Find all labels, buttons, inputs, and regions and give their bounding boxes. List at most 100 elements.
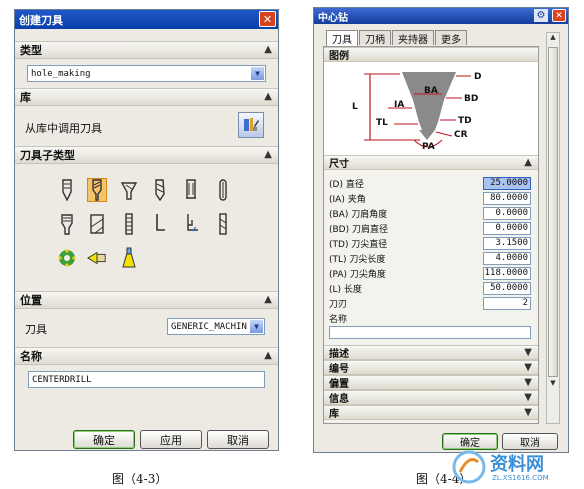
close-icon[interactable]: ✕ bbox=[259, 11, 276, 27]
length-input[interactable]: 50.0000 bbox=[483, 281, 531, 295]
thread-mill-tool-icon[interactable] bbox=[119, 212, 139, 236]
included-angle-input[interactable]: 80.0000 bbox=[483, 191, 531, 205]
name-input[interactable] bbox=[329, 326, 531, 339]
end-mill-tool-icon[interactable] bbox=[213, 212, 233, 236]
tab-holder[interactable]: 刀柄 bbox=[359, 30, 391, 46]
settings-gear-icon[interactable]: ⚙ bbox=[534, 9, 548, 22]
collapse-chevron-icon[interactable]: ▲ bbox=[524, 157, 532, 168]
center-drill-tool-icon[interactable] bbox=[87, 178, 107, 202]
counterbore-tool-icon[interactable] bbox=[150, 212, 170, 236]
expand-chevron-icon[interactable]: ▼ bbox=[524, 362, 532, 373]
offsets-section-header[interactable]: 偏置 ▼ bbox=[324, 375, 538, 390]
library-retrieve-button[interactable] bbox=[238, 112, 264, 138]
information-header-label: 信息 bbox=[329, 394, 349, 405]
field-label: (IA) 夹角 bbox=[329, 194, 366, 205]
dialog-title-bar: 创建刀具 ✕ bbox=[15, 10, 278, 29]
tab-strip: 刀具 刀柄 夹持器 更多 bbox=[326, 30, 468, 46]
tool-location-value: GENERIC_MACHIN bbox=[171, 321, 247, 332]
library-section-header[interactable]: 库 ▼ bbox=[324, 405, 538, 420]
tool-location-select[interactable]: GENERIC_MACHIN ▼ bbox=[167, 318, 265, 335]
diameter-input[interactable]: 25.0000 bbox=[483, 176, 531, 190]
retrieve-from-library-label: 从库中调用刀具 bbox=[25, 122, 102, 135]
expand-chevron-icon[interactable]: ▼ bbox=[524, 407, 532, 418]
tool-holder-tool-icon[interactable] bbox=[119, 246, 139, 270]
tool-subtype-header-label: 刀具子类型 bbox=[20, 149, 75, 162]
boring-bar-tool-icon[interactable] bbox=[213, 178, 233, 202]
numbers-section-header[interactable]: 编号 ▼ bbox=[324, 360, 538, 375]
step-drill-tool-icon[interactable] bbox=[87, 212, 107, 236]
ok-button[interactable]: 确定 bbox=[73, 430, 135, 449]
tool-name-value: CENTERDRILL bbox=[32, 374, 92, 385]
information-section-header[interactable]: 信息 ▼ bbox=[324, 390, 538, 405]
spot-drill-tool-icon[interactable] bbox=[57, 178, 77, 202]
illustration-header-label: 图例 bbox=[329, 51, 349, 62]
tap-tool-icon[interactable] bbox=[57, 212, 77, 236]
flutes-input[interactable]: 2 bbox=[483, 296, 531, 310]
name-field-label: 名称 bbox=[329, 315, 348, 325]
watermark-brand: 资料网 bbox=[490, 454, 544, 475]
field-row-diameter: (D) 直径 25.0000 bbox=[329, 176, 531, 190]
dimensions-section-header[interactable]: 尺寸 ▲ bbox=[324, 155, 538, 170]
field-label: (BA) 刀肩角度 bbox=[329, 209, 388, 220]
point-angle-input[interactable]: 118.0000 bbox=[483, 266, 531, 280]
scroll-down-icon[interactable]: ▼ bbox=[547, 379, 559, 391]
dropdown-arrow-icon[interactable]: ▼ bbox=[249, 319, 264, 334]
field-label: (BD) 刀肩直径 bbox=[329, 224, 388, 235]
collapse-chevron-icon[interactable]: ▲ bbox=[264, 350, 272, 361]
scrollbar-thumb[interactable] bbox=[548, 47, 558, 377]
center-drill-dialog: 中心钻 ⚙ ✕ 刀具 刀柄 夹持器 更多 图例 BA D L BD IA TL … bbox=[313, 7, 569, 453]
probe-tool-icon[interactable] bbox=[87, 246, 107, 270]
back-spot-facer-tool-icon[interactable] bbox=[181, 212, 201, 236]
field-label: 刀刃 bbox=[329, 299, 348, 310]
library-header-label: 库 bbox=[329, 409, 339, 420]
apply-button[interactable]: 应用 bbox=[140, 430, 202, 449]
field-row-included-angle: (IA) 夹角 80.0000 bbox=[329, 191, 531, 205]
tab-tool[interactable]: 刀具 bbox=[326, 30, 358, 46]
cancel-button[interactable]: 取消 bbox=[207, 430, 269, 449]
tool-subtype-section-header[interactable]: 刀具子类型 ▲ bbox=[15, 146, 278, 164]
tool-type-value: hole_making bbox=[31, 68, 91, 79]
library-section-header[interactable]: 库 ▲ bbox=[15, 88, 278, 106]
tool-diagram: BA D L BD IA TL TD CR PA bbox=[324, 62, 538, 155]
watermark: 资料网 ZL.XS1616.COM bbox=[452, 448, 582, 488]
tool-type-select[interactable]: hole_making ▼ bbox=[27, 65, 266, 82]
tip-diameter-input[interactable]: 3.1500 bbox=[483, 236, 531, 250]
drill-tool-icon[interactable] bbox=[150, 178, 170, 202]
mill-cutter-tool-icon[interactable] bbox=[57, 246, 77, 270]
collapse-chevron-icon[interactable]: ▲ bbox=[264, 149, 272, 160]
diagram-label-cr: CR bbox=[454, 130, 468, 140]
countersink-tool-icon[interactable] bbox=[119, 178, 139, 202]
reamer-tool-icon[interactable] bbox=[181, 178, 201, 202]
field-row-point-angle: (PA) 刀尖角度 118.0000 bbox=[329, 266, 531, 280]
dropdown-arrow-icon[interactable]: ▼ bbox=[250, 66, 265, 81]
expand-chevron-icon[interactable]: ▼ bbox=[524, 377, 532, 388]
collapse-chevron-icon[interactable]: ▲ bbox=[264, 294, 272, 305]
tab-more[interactable]: 更多 bbox=[435, 30, 467, 46]
illustration-section-header[interactable]: 图例 bbox=[324, 47, 538, 62]
collapse-chevron-icon[interactable]: ▲ bbox=[264, 44, 272, 55]
type-section-header[interactable]: 类型 ▲ bbox=[15, 41, 278, 59]
collapse-chevron-icon[interactable]: ▲ bbox=[264, 91, 272, 102]
scroll-up-icon[interactable]: ▲ bbox=[547, 33, 559, 45]
close-icon[interactable]: ✕ bbox=[552, 9, 566, 22]
expand-chevron-icon[interactable]: ▼ bbox=[524, 392, 532, 403]
dialog-title-bar: 中心钻 ⚙ ✕ bbox=[314, 8, 568, 24]
shoulder-angle-input[interactable]: 0.0000 bbox=[483, 206, 531, 220]
tool-name-input[interactable]: CENTERDRILL bbox=[28, 371, 265, 388]
description-section-header[interactable]: 描述 ▼ bbox=[324, 345, 538, 360]
tab-clamp[interactable]: 夹持器 bbox=[392, 30, 434, 46]
field-row-shoulder-diameter: (BD) 刀肩直径 0.0000 bbox=[329, 221, 531, 235]
type-header-label: 类型 bbox=[20, 44, 42, 57]
shoulder-diameter-input[interactable]: 0.0000 bbox=[483, 221, 531, 235]
location-section-header[interactable]: 位置 ▲ bbox=[15, 291, 278, 309]
tab-content-panel: 图例 BA D L BD IA TL TD CR PA 尺寸 ▲ (D) 直径 … bbox=[323, 46, 539, 424]
field-label: (L) 长度 bbox=[329, 284, 362, 295]
create-tool-dialog: 创建刀具 ✕ 类型 ▲ hole_making ▼ 库 ▲ 从库中调用刀具 刀具… bbox=[14, 9, 279, 451]
tip-length-input[interactable]: 4.0000 bbox=[483, 251, 531, 265]
name-section-header[interactable]: 名称 ▲ bbox=[15, 347, 278, 365]
expand-chevron-icon[interactable]: ▼ bbox=[524, 347, 532, 358]
dimensions-header-label: 尺寸 bbox=[329, 159, 349, 170]
diagram-label-ba: BA bbox=[424, 86, 438, 96]
scrollbar[interactable]: ▲ ▼ bbox=[546, 32, 560, 424]
field-label: (D) 直径 bbox=[329, 179, 364, 190]
